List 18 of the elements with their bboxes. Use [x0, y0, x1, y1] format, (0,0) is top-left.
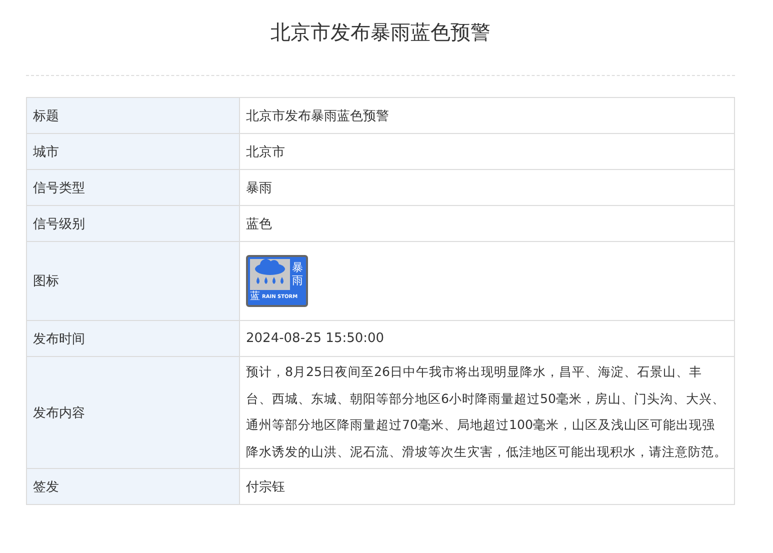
field-label: 签发	[26, 468, 240, 504]
field-label: 信号级别	[26, 206, 240, 242]
field-label: 信号类型	[26, 170, 240, 206]
field-value: 北京市发布暴雨蓝色预警	[240, 98, 734, 134]
field-value: 蓝色	[240, 206, 734, 242]
field-value: 北京市	[240, 134, 734, 170]
field-label: 城市	[26, 134, 240, 170]
field-value: 付宗钰	[240, 468, 734, 504]
field-value: 预计，8月25日夜间至26日中午我市将出现明显降水，昌平、海淀、石景山、丰台、西城、东城、朝阳等部分地区6小时降雨量超过50毫米，房山、门头沟、大兴、通州等部分地区降雨量超过70毫米、局地超过100毫米，山区及浅山区可能出现强降水诱发的山洪、泥石流、滑坡等次生灾害，低洼地区可能出现积水，请注意防范。	[240, 356, 734, 468]
field-label: 发布时间	[26, 320, 240, 356]
field-label: 标题	[26, 98, 240, 134]
page-title: 北京市发布暴雨蓝色预警	[270, 19, 492, 46]
field-value: 暴雨	[240, 170, 734, 206]
icon-title: 暴雨	[292, 260, 304, 290]
field-label: 图标	[26, 242, 240, 320]
field-value: 2024-08-25 15:50:00	[240, 320, 734, 356]
field-label: 发布内容	[26, 356, 240, 468]
icon-level: 蓝	[250, 292, 260, 302]
